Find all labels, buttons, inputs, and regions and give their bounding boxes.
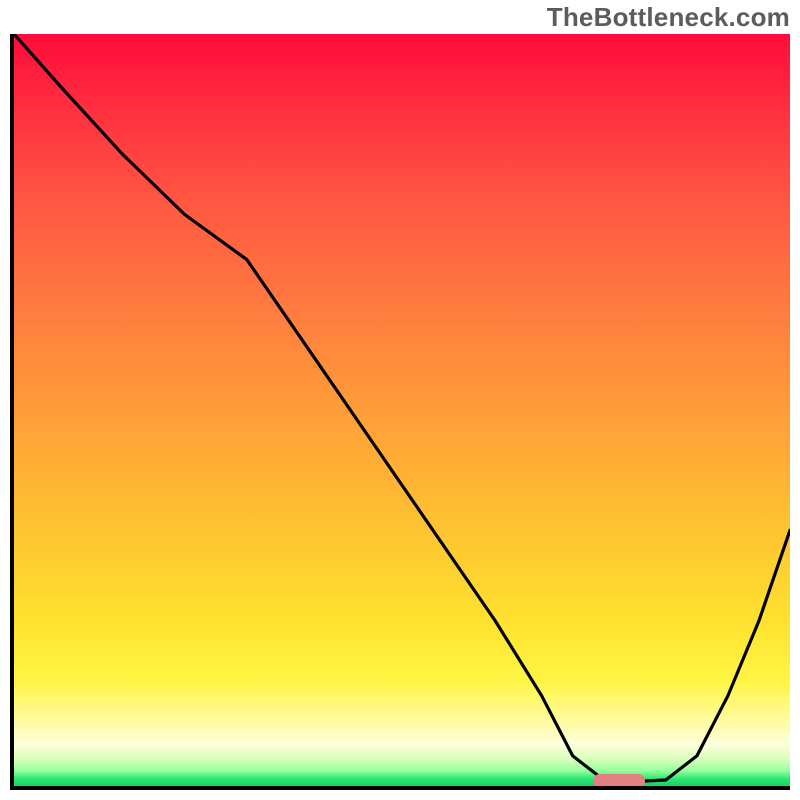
plot-area <box>10 34 790 790</box>
curve-path <box>14 34 790 782</box>
optimum-marker <box>593 774 645 788</box>
watermark-text: TheBottleneck.com <box>547 2 790 33</box>
chart-canvas: TheBottleneck.com <box>0 0 800 800</box>
bottleneck-curve <box>14 34 790 786</box>
